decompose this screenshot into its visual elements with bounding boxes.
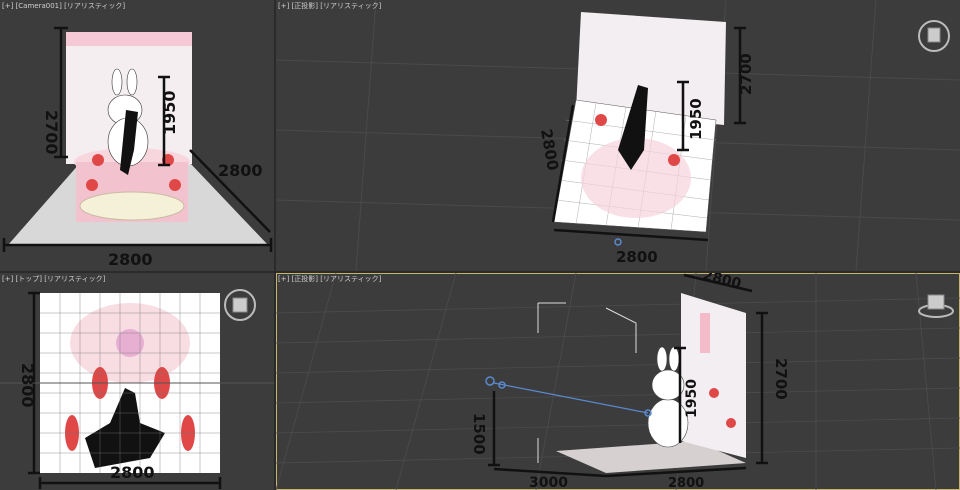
- viewport-shading-menu[interactable]: [リアリスティック]: [320, 2, 381, 10]
- cake-plate: [79, 191, 185, 221]
- viewport-shading-menu[interactable]: [リアリスティック]: [64, 2, 125, 10]
- viewport-menu-button[interactable]: [+]: [278, 275, 289, 283]
- perspective-scene: [276, 273, 960, 490]
- viewport-menu-button[interactable]: [+]: [278, 2, 289, 10]
- front-scene: [276, 0, 960, 271]
- viewport-label: [+] [トップ] [リアリスティック]: [2, 274, 105, 284]
- viewport-camera[interactable]: [+] [Camera001] [リアリスティック] 2700 1950 280…: [0, 0, 274, 271]
- camera-icon: [485, 376, 495, 386]
- viewport-label: [+] [正投影] [リアリスティック]: [278, 1, 381, 11]
- viewport-menu-button[interactable]: [+]: [2, 2, 13, 10]
- viewcube-icon[interactable]: [222, 287, 258, 323]
- viewcube-icon[interactable]: [916, 291, 956, 321]
- viewport-label: [+] [正投影] [リアリスティック]: [278, 274, 381, 284]
- viewport-shading-menu[interactable]: [リアリスティック]: [320, 275, 381, 283]
- dim-height-2700: [54, 26, 68, 159]
- viewport-top[interactable]: [+] [トップ] [リアリスティック] 2800 2800: [0, 273, 274, 490]
- viewcube-icon[interactable]: [916, 18, 952, 54]
- viewport-view-menu[interactable]: [Camera001]: [16, 2, 62, 10]
- rabbit-body: [647, 398, 689, 448]
- viewport-view-menu[interactable]: [正投影]: [292, 2, 318, 10]
- viewport-view-menu[interactable]: [トップ]: [16, 275, 42, 283]
- viewport-shading-menu[interactable]: [リアリスティック]: [44, 275, 105, 283]
- camera-scene: [2, 26, 273, 252]
- viewport-view-menu[interactable]: [正投影]: [292, 275, 318, 283]
- viewport-front[interactable]: [+] [正投影] [リアリスティック] 2700 1950 2800 2800: [276, 0, 960, 271]
- backdrop-panel: [681, 293, 746, 458]
- viewport-label: [+] [Camera001] [リアリスティック]: [2, 1, 125, 11]
- viewport-perspective[interactable]: [+] [正投影] [リアリスティック] 1500 3000 1950 2700…: [276, 273, 960, 490]
- viewport-menu-button[interactable]: [+]: [2, 275, 13, 283]
- camera-frustum: [537, 302, 637, 464]
